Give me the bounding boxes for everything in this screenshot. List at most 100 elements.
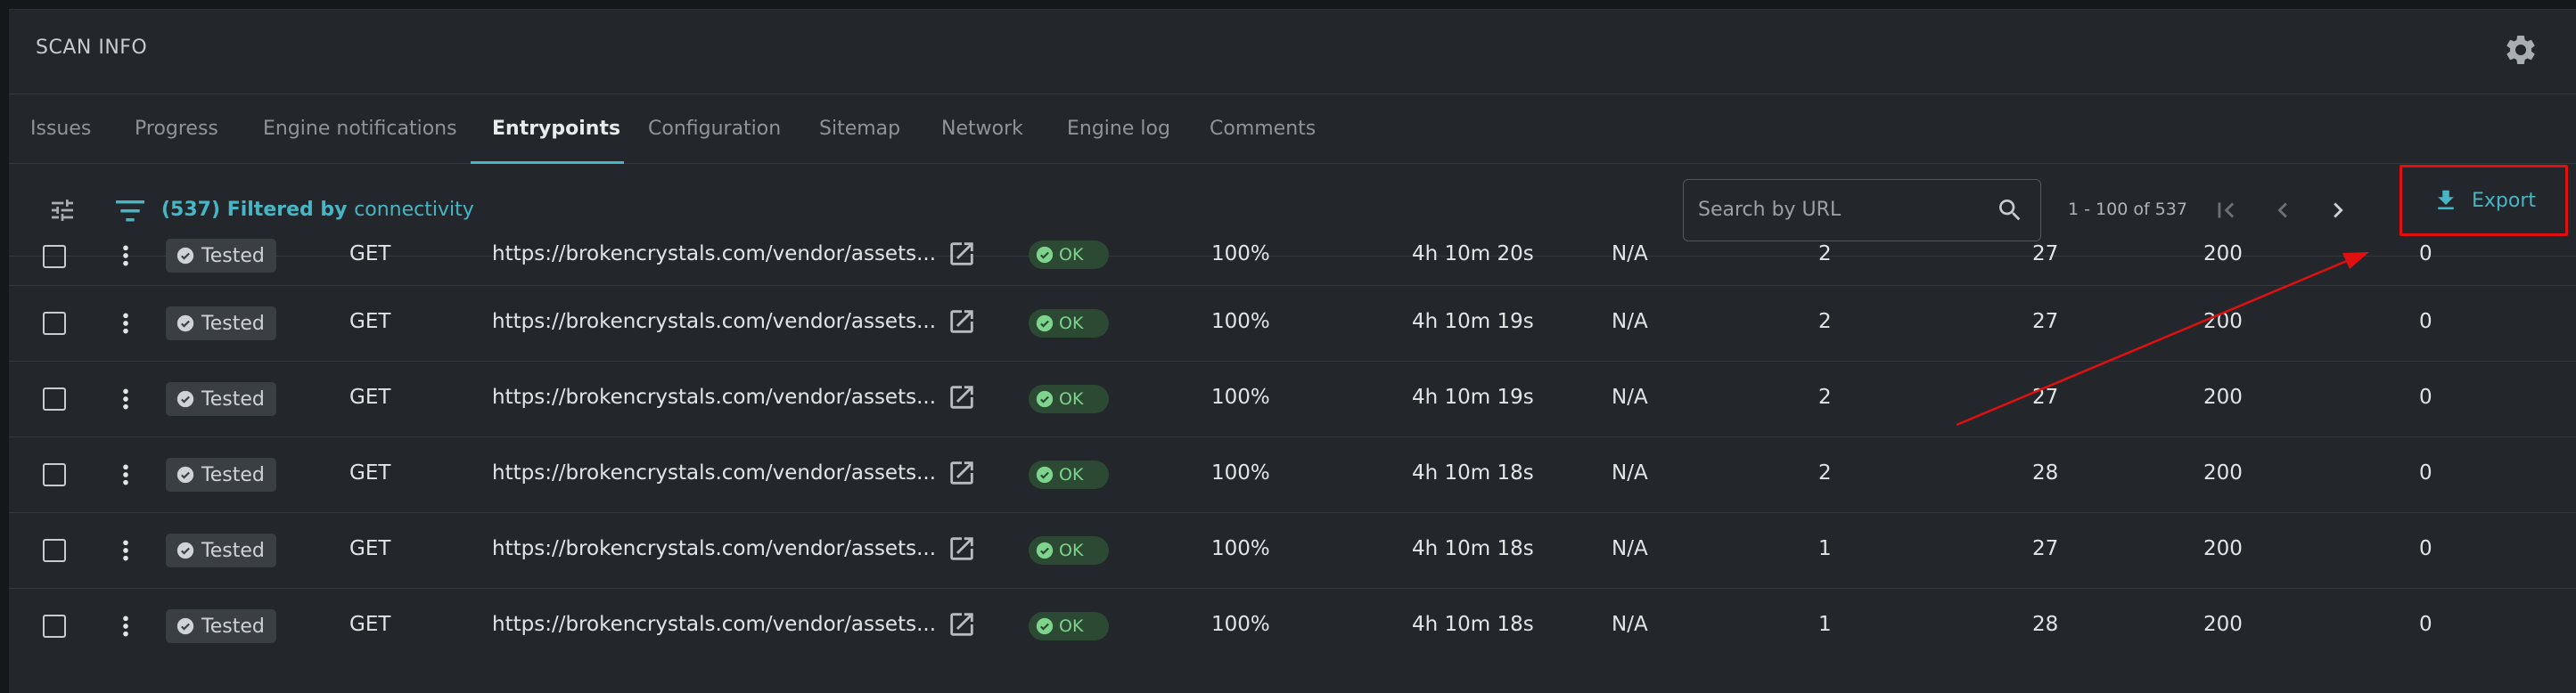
time-cell: 4h 10m 18s bbox=[1412, 461, 1534, 485]
method-cell: GET bbox=[349, 310, 391, 333]
check-circle-icon bbox=[176, 617, 194, 635]
table-row[interactable]: Tested GET https://brokencrystals.com/ve… bbox=[9, 221, 2576, 286]
progress-cell: 100% bbox=[1211, 613, 1270, 636]
connectivity-label: OK bbox=[1059, 245, 1084, 265]
count-cell: 2 bbox=[1818, 310, 1832, 333]
connectivity-label: OK bbox=[1059, 616, 1084, 636]
more-options-icon[interactable] bbox=[114, 460, 137, 490]
export-button[interactable]: Export bbox=[2413, 178, 2555, 223]
status-code-cell: 200 bbox=[2203, 537, 2243, 560]
more-options-icon[interactable] bbox=[114, 535, 137, 566]
download-icon bbox=[2438, 190, 2454, 209]
time-cell: 4h 10m 19s bbox=[1412, 310, 1534, 333]
status-label: Tested bbox=[201, 244, 265, 267]
more-options-icon[interactable] bbox=[114, 611, 137, 641]
more-options-icon[interactable] bbox=[114, 241, 137, 271]
time-cell: 4h 10m 20s bbox=[1412, 242, 1534, 265]
tab-entrypoints[interactable]: Entrypoints bbox=[492, 94, 620, 164]
page-range: 1 - 100 of 537 bbox=[2068, 200, 2187, 219]
tab-sitemap[interactable]: Sitemap bbox=[819, 94, 900, 164]
table-row[interactable]: Tested GET https://brokencrystals.com/ve… bbox=[9, 589, 2576, 664]
table-row[interactable]: Tested GET https://brokencrystals.com/ve… bbox=[9, 286, 2576, 362]
filter-summary[interactable]: (537) Filtered by connectivity bbox=[161, 199, 474, 221]
open-in-new-icon[interactable] bbox=[947, 534, 977, 564]
more-options-icon[interactable] bbox=[114, 384, 137, 414]
tab-issues[interactable]: Issues bbox=[30, 94, 91, 164]
filter-link[interactable]: connectivity bbox=[354, 199, 474, 221]
progress-cell: 100% bbox=[1211, 386, 1270, 409]
url-cell: https://brokencrystals.com/vendor/assets… bbox=[492, 386, 937, 409]
method-cell: GET bbox=[349, 537, 391, 560]
status-badge: Tested bbox=[166, 306, 276, 340]
gear-icon[interactable] bbox=[2503, 32, 2539, 68]
url-cell: https://brokencrystals.com/vendor/assets… bbox=[492, 461, 937, 485]
row-checkbox[interactable] bbox=[43, 245, 66, 268]
count-cell: 0 bbox=[2419, 310, 2432, 333]
tab-progress[interactable]: Progress bbox=[135, 94, 218, 164]
status-code-cell: 200 bbox=[2203, 242, 2243, 265]
na-cell: N/A bbox=[1612, 386, 1648, 409]
table-row[interactable]: Tested GET https://brokencrystals.com/ve… bbox=[9, 362, 2576, 437]
url-cell: https://brokencrystals.com/vendor/assets… bbox=[492, 537, 937, 560]
count-cell: 0 bbox=[2419, 386, 2432, 409]
tab-bar: Issues Progress Engine notifications Ent… bbox=[9, 94, 2576, 164]
method-cell: GET bbox=[349, 461, 391, 485]
connectivity-badge: OK bbox=[1029, 461, 1109, 489]
export-label: Export bbox=[2471, 189, 2536, 212]
url-cell: https://brokencrystals.com/vendor/assets… bbox=[492, 613, 937, 636]
connectivity-label: OK bbox=[1059, 465, 1084, 485]
filter-count: (537) Filtered by bbox=[161, 199, 348, 221]
count-cell: 0 bbox=[2419, 461, 2432, 485]
status-code-cell: 200 bbox=[2203, 310, 2243, 333]
open-in-new-icon[interactable] bbox=[947, 458, 977, 488]
status-badge: Tested bbox=[166, 239, 276, 273]
row-checkbox[interactable] bbox=[43, 312, 66, 335]
status-label: Tested bbox=[201, 387, 265, 411]
connectivity-badge: OK bbox=[1029, 385, 1109, 413]
progress-cell: 100% bbox=[1211, 461, 1270, 485]
status-badge: Tested bbox=[166, 382, 276, 416]
count-cell: 0 bbox=[2419, 242, 2432, 265]
tab-network[interactable]: Network bbox=[941, 94, 1023, 164]
check-circle-icon bbox=[176, 542, 194, 559]
time-cell: 4h 10m 18s bbox=[1412, 537, 1534, 560]
row-checkbox[interactable] bbox=[43, 615, 66, 638]
tab-engine-notifications[interactable]: Engine notifications bbox=[263, 94, 457, 164]
status-code-cell: 200 bbox=[2203, 461, 2243, 485]
row-checkbox[interactable] bbox=[43, 387, 66, 411]
filter-icon[interactable] bbox=[116, 200, 144, 223]
open-in-new-icon[interactable] bbox=[947, 239, 977, 269]
check-circle-icon bbox=[1036, 466, 1054, 484]
open-in-new-icon[interactable] bbox=[947, 382, 977, 412]
progress-cell: 100% bbox=[1211, 310, 1270, 333]
open-in-new-icon[interactable] bbox=[947, 306, 977, 337]
method-cell: GET bbox=[349, 386, 391, 409]
table-row[interactable]: Tested GET https://brokencrystals.com/ve… bbox=[9, 513, 2576, 589]
check-circle-icon bbox=[1036, 246, 1054, 264]
url-cell: https://brokencrystals.com/vendor/assets… bbox=[492, 242, 937, 265]
na-cell: N/A bbox=[1612, 537, 1648, 560]
open-in-new-icon[interactable] bbox=[947, 609, 977, 640]
table-row[interactable]: Tested GET https://brokencrystals.com/ve… bbox=[9, 437, 2576, 513]
check-circle-icon bbox=[1036, 542, 1054, 559]
status-label: Tested bbox=[201, 312, 265, 335]
connectivity-label: OK bbox=[1059, 389, 1084, 409]
tab-configuration[interactable]: Configuration bbox=[648, 94, 781, 164]
header: SCAN INFO bbox=[9, 10, 2576, 94]
count-cell: 28 bbox=[2032, 461, 2059, 485]
page-title: SCAN INFO bbox=[36, 37, 148, 59]
count-cell: 0 bbox=[2419, 613, 2432, 636]
check-circle-icon bbox=[176, 247, 194, 265]
connectivity-badge: OK bbox=[1029, 241, 1109, 269]
tab-comments[interactable]: Comments bbox=[1210, 94, 1316, 164]
more-options-icon[interactable] bbox=[114, 308, 137, 338]
tab-engine-log[interactable]: Engine log bbox=[1067, 94, 1170, 164]
scan-info-panel: SCAN INFO Issues Progress Engine notific… bbox=[9, 9, 2576, 693]
row-checkbox[interactable] bbox=[43, 539, 66, 562]
row-checkbox[interactable] bbox=[43, 463, 66, 486]
method-cell: GET bbox=[349, 242, 391, 265]
na-cell: N/A bbox=[1612, 461, 1648, 485]
na-cell: N/A bbox=[1612, 310, 1648, 333]
check-circle-icon bbox=[1036, 390, 1054, 408]
status-badge: Tested bbox=[166, 534, 276, 567]
